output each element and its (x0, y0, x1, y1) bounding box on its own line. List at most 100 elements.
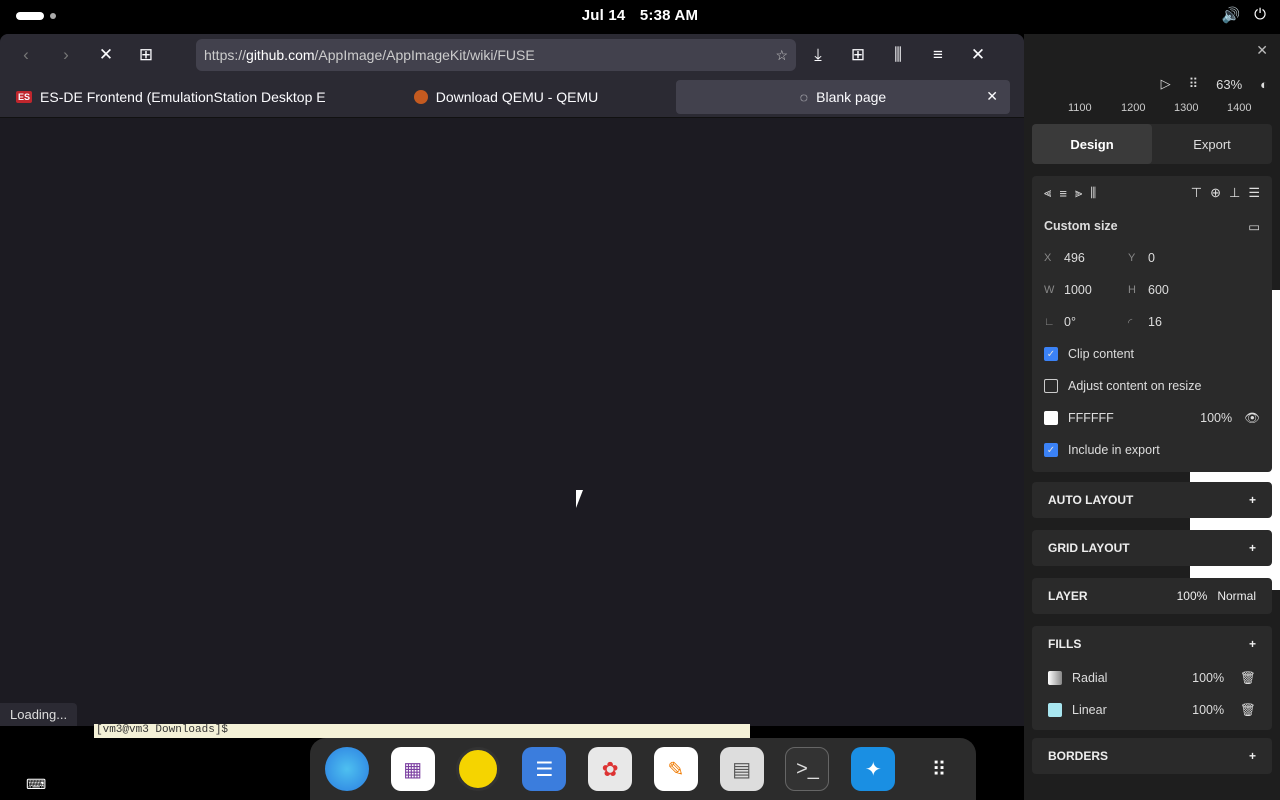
auto-layout-section: AUTO LAYOUT + (1032, 482, 1272, 518)
date-label: Jul 14 (581, 7, 626, 24)
include-export-option[interactable]: ✓ Include in export (1044, 434, 1260, 466)
tab-export[interactable]: Export (1152, 124, 1272, 164)
width-input[interactable]: 1000 (1064, 283, 1128, 297)
music-app-icon[interactable] (456, 747, 501, 791)
align-top-icon[interactable]: ⊤ (1191, 185, 1202, 201)
terminal-prompt: [vm3@vm3 Downloads]$ (96, 724, 229, 736)
forward-icon[interactable]: › (48, 40, 84, 70)
auto-layout-title: AUTO LAYOUT (1048, 493, 1134, 507)
fill2-name: Linear (1072, 703, 1107, 717)
keyboard-icon[interactable]: ⌨ (26, 776, 46, 793)
terminal-strip[interactable]: [vm3@vm3 Downloads]$ (94, 724, 750, 738)
fill-opacity[interactable]: 100% (1200, 411, 1232, 425)
fill-hex[interactable]: FFFFFF (1068, 411, 1200, 425)
close-icon[interactable]: ✕ (1256, 42, 1268, 59)
design-app-icon[interactable]: ✦ (851, 747, 896, 791)
w-label: W (1044, 284, 1055, 296)
eye-icon[interactable]: 👁 (1244, 411, 1260, 426)
fill-swatch[interactable] (1044, 411, 1058, 425)
align-right-icon[interactable]: ⫸ (1075, 185, 1082, 201)
align-left-icon[interactable]: ⫷ (1044, 185, 1051, 201)
tab-blank-page[interactable]: ◌ Blank page ✕ (676, 79, 1010, 114)
radial-swatch[interactable] (1048, 671, 1062, 685)
theme-icon[interactable]: ◐ (1260, 77, 1268, 92)
align-center-icon[interactable]: ≡ (1059, 186, 1067, 201)
tab-qemu[interactable]: Download QEMU - QEMU (336, 80, 676, 114)
include-export-label: Include in export (1068, 443, 1160, 457)
add-icon[interactable]: + (1249, 637, 1256, 651)
distribute-icon[interactable]: ⫼ (1090, 185, 1096, 201)
rotation-input[interactable]: 0° (1064, 315, 1128, 329)
fill1-opacity[interactable]: 100% (1192, 671, 1224, 685)
distribute-vertical-icon[interactable]: ☰ (1248, 185, 1260, 201)
clip-content-option[interactable]: ✓ Clip content (1044, 338, 1260, 370)
library-icon[interactable]: ⫼ (880, 40, 916, 70)
notes-app-icon[interactable]: ✎ (653, 747, 698, 791)
stop-icon[interactable]: ✕ (88, 40, 124, 70)
text-editor-app-icon[interactable]: ☰ (522, 747, 567, 791)
tab-close-icon[interactable]: ✕ (986, 88, 998, 105)
page-content[interactable]: Loading... (0, 118, 1024, 726)
y-label: Y (1128, 252, 1136, 264)
bookmark-star-icon[interactable]: ☆ (775, 47, 788, 64)
radius-input[interactable]: 16 (1148, 315, 1162, 329)
ruler-tick: 1100 (1068, 102, 1092, 114)
files-app-icon[interactable]: ▤ (719, 747, 764, 791)
h-label: H (1128, 284, 1136, 296)
x-input[interactable]: 496 (1064, 251, 1128, 265)
url-host: github.com (246, 47, 315, 63)
software-app-icon[interactable]: ✿ (588, 747, 633, 791)
clock[interactable]: Jul 14 5:38 AM (0, 7, 1280, 24)
layer-opacity[interactable]: 100% (1177, 589, 1208, 603)
tab-title: Blank page (816, 88, 887, 105)
ruler-tick: 1200 (1121, 102, 1146, 114)
power-icon[interactable]: ⏻ (1254, 6, 1266, 24)
tab-strip: ES ES-DE Frontend (EmulationStation Desk… (0, 76, 1024, 118)
adjust-content-label: Adjust content on resize (1068, 379, 1202, 393)
new-tab-icon[interactable]: ⊞ (128, 40, 164, 70)
grid-menu-icon[interactable]: ⠿ (1189, 76, 1199, 92)
menu-icon[interactable]: ≡ (920, 40, 956, 70)
fill-row[interactable]: FFFFFF 100% 👁 (1044, 402, 1260, 434)
system-tray[interactable]: 🔊 ⏻ (1221, 6, 1266, 24)
window-close-icon[interactable]: ✕ (960, 40, 996, 70)
trash-icon[interactable]: 🗑 (1240, 703, 1256, 718)
browser-app-icon[interactable] (324, 747, 369, 791)
height-input[interactable]: 600 (1148, 283, 1169, 297)
extensions-icon[interactable]: ⊞ (840, 40, 876, 70)
orientation-icon[interactable]: ▭ (1248, 219, 1260, 234)
volume-icon[interactable]: 🔊 (1221, 6, 1240, 24)
tab-design[interactable]: Design (1032, 124, 1152, 164)
fill2-opacity[interactable]: 100% (1192, 703, 1224, 717)
include-export-checkbox[interactable]: ✓ (1044, 443, 1058, 457)
terminal-app-icon[interactable]: >_ (785, 747, 830, 791)
align-bottom-icon[interactable]: ⊥ (1229, 185, 1240, 201)
clip-content-checkbox[interactable]: ✓ (1044, 347, 1058, 361)
adjust-content-checkbox[interactable] (1044, 379, 1058, 393)
add-icon[interactable]: + (1249, 541, 1256, 555)
app-grid-icon[interactable]: ⠿ (917, 747, 961, 791)
blend-mode-dropdown[interactable]: Normal (1217, 589, 1256, 603)
zoom-level[interactable]: 63% (1216, 77, 1242, 92)
grid-layout-section: GRID LAYOUT + (1032, 530, 1272, 566)
add-icon[interactable]: + (1249, 749, 1256, 763)
y-input[interactable]: 0 (1148, 251, 1155, 265)
esde-favicon-icon: ES (16, 90, 33, 103)
back-icon[interactable]: ‹ (8, 40, 44, 70)
layer-section: LAYER 100% Normal (1032, 578, 1272, 614)
mouse-cursor-icon (576, 490, 590, 508)
size-preset-dropdown[interactable]: Custom size (1044, 219, 1248, 233)
borders-section: BORDERS + (1032, 738, 1272, 774)
adjust-content-option[interactable]: Adjust content on resize (1044, 370, 1260, 402)
add-icon[interactable]: + (1249, 493, 1256, 507)
trash-icon[interactable]: 🗑 (1240, 671, 1256, 686)
align-middle-icon[interactable]: ⊕ (1210, 185, 1221, 201)
tab-esde[interactable]: ES ES-DE Frontend (EmulationStation Desk… (6, 80, 336, 114)
url-bar[interactable]: https://github.com/AppImage/AppImageKit/… (196, 39, 796, 71)
ruler-tick: 1300 (1174, 102, 1199, 114)
downloads-icon[interactable]: ⤓ (800, 40, 836, 70)
calendar-app-icon[interactable]: ▦ (390, 747, 435, 791)
rotation-icon: ∟ (1044, 316, 1055, 328)
play-icon[interactable]: ▷ (1161, 76, 1171, 92)
linear-swatch[interactable] (1048, 703, 1062, 717)
